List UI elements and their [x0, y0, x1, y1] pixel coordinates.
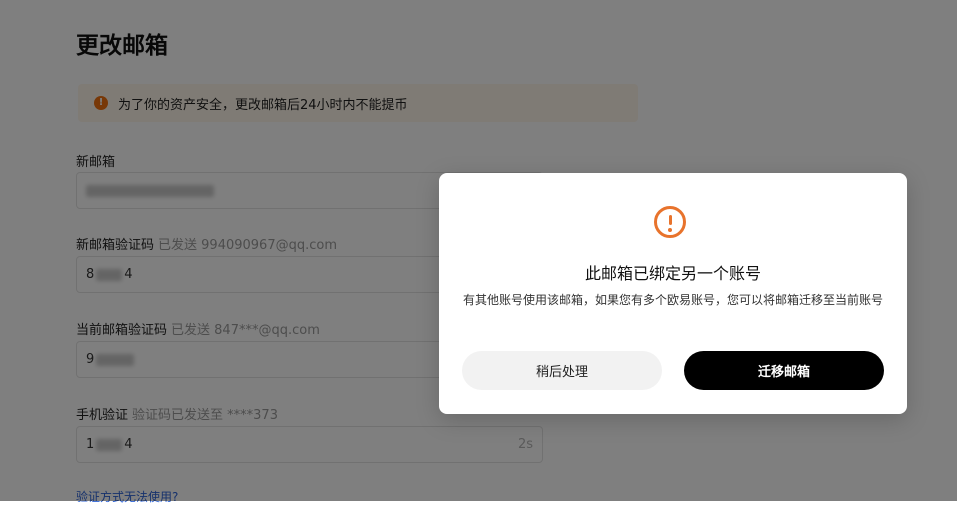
dialog-title: 此邮箱已绑定另一个账号	[584, 264, 761, 283]
email-bound-dialog: 此邮箱已绑定另一个账号 有其他账号使用该邮箱，如果您有多个欧易账号，您可以将邮箱…	[439, 173, 907, 414]
warning-circle-icon	[654, 206, 686, 238]
migrate-email-button[interactable]: 迁移邮箱	[684, 351, 884, 390]
dialog-description: 有其他账号使用该邮箱，如果您有多个欧易账号，您可以将邮箱迁移至当前账号	[462, 293, 883, 307]
handle-later-button[interactable]: 稍后处理	[462, 351, 662, 390]
